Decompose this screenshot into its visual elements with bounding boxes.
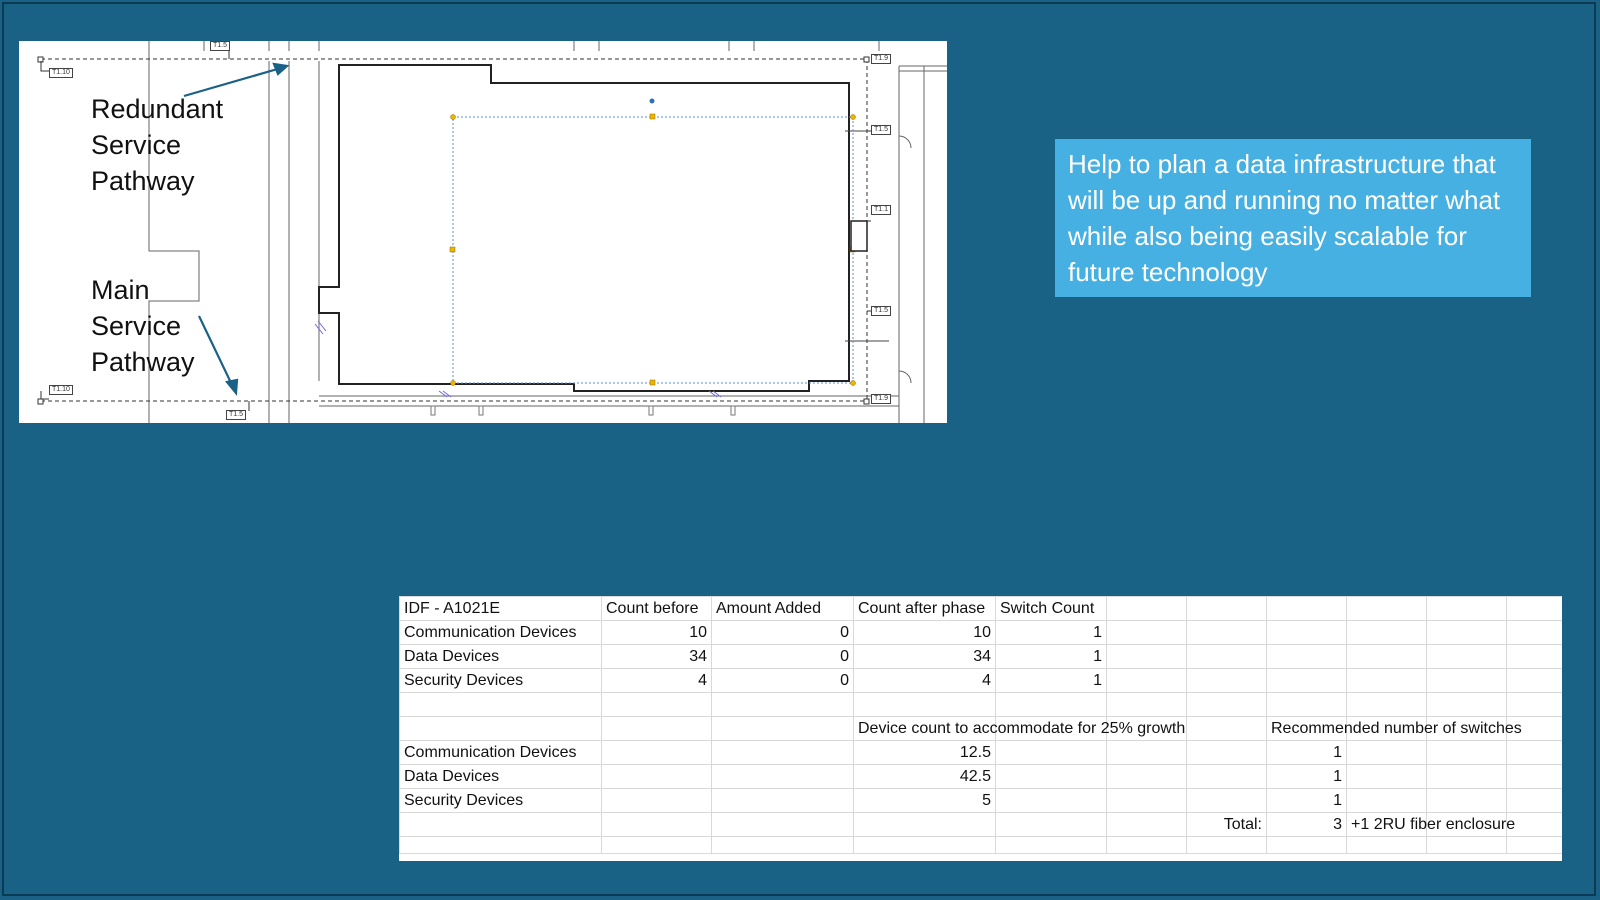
cell: 12.5 <box>853 740 996 765</box>
table-row: Data Devices 42.5 1 <box>399 764 1562 789</box>
row-label: Data Devices <box>399 644 602 669</box>
spreadsheet: IDF - A1021E Count before Amount Added C… <box>399 596 1562 854</box>
total-label: Total: <box>1186 812 1267 837</box>
row-label: Security Devices <box>399 668 602 693</box>
tag-t15-bottom: T1.5 <box>226 410 247 420</box>
header-cell: Count after phase <box>853 596 996 621</box>
table-row: Communication Devices 12.5 1 <box>399 740 1562 765</box>
row-label: Data Devices <box>399 764 602 789</box>
info-callout: Help to plan a data infrastructure that … <box>1055 139 1531 297</box>
row-label: Communication Devices <box>399 620 602 645</box>
total-value: 3 <box>1266 812 1347 837</box>
cell: 1 <box>1266 740 1347 765</box>
row-label: Communication Devices <box>399 740 602 765</box>
header-cell: Count before <box>601 596 712 621</box>
tag-t15-right-bottom: T1.5 <box>871 306 892 316</box>
table-row: Security Devices 4 0 4 1 <box>399 668 1562 693</box>
tag-t110-bottom: T1.10 <box>49 385 73 395</box>
table-row: Total: 3 +1 2RU fiber enclosure <box>399 812 1562 837</box>
cell: 0 <box>711 644 854 669</box>
tag-t19-top: T1.9 <box>871 54 892 64</box>
cell: 4 <box>601 668 712 693</box>
table-row: Security Devices 5 1 <box>399 788 1562 813</box>
table-row <box>399 692 1562 717</box>
cell: 42.5 <box>853 764 996 789</box>
cell: 34 <box>601 644 712 669</box>
cell: 10 <box>601 620 712 645</box>
tag-t15-top: T1.5 <box>210 41 231 51</box>
growth-header: Device count to accommodate for 25% grow… <box>853 716 1185 741</box>
table-row: IDF - A1021E Count before Amount Added C… <box>399 596 1562 621</box>
cell: 1 <box>995 620 1107 645</box>
header-cell: IDF - A1021E <box>399 596 602 621</box>
header-cell: Switch Count <box>995 596 1107 621</box>
tag-t11-right: T1.1 <box>871 205 892 215</box>
cell: 10 <box>853 620 996 645</box>
table-row: Device count to accommodate for 25% grow… <box>399 716 1562 741</box>
row-label: Security Devices <box>399 788 602 813</box>
cell: 5 <box>853 788 996 813</box>
cell: 0 <box>711 620 854 645</box>
cell: 1 <box>995 668 1107 693</box>
header-cell: Amount Added <box>711 596 854 621</box>
cell: 1 <box>995 644 1107 669</box>
redundant-pathway-label: Redundant Service Pathway <box>91 94 224 196</box>
device-count-table: IDF - A1021E Count before Amount Added C… <box>399 596 1562 861</box>
tag-t110-top: T1.10 <box>49 68 73 78</box>
table-row: Communication Devices 10 0 10 1 <box>399 620 1562 645</box>
tag-t19-bottom: T1.9 <box>871 394 892 404</box>
callout-text: Help to plan a data infrastructure that … <box>1068 149 1501 287</box>
floor-plan: Redundant Service Pathway Main Service P… <box>19 41 947 423</box>
table-row: Data Devices 34 0 34 1 <box>399 644 1562 669</box>
total-note: +1 2RU fiber enclosure <box>1346 812 1515 837</box>
cell: 1 <box>1266 788 1347 813</box>
cell: 0 <box>711 668 854 693</box>
table-row <box>399 836 1562 854</box>
recommend-header: Recommended number of switches <box>1266 716 1522 741</box>
cell: 34 <box>853 644 996 669</box>
main-pathway-label: Main Service Pathway <box>91 275 195 377</box>
cell: 4 <box>853 668 996 693</box>
tag-t15-right-top: T1.5 <box>871 125 892 135</box>
cell: 1 <box>1266 764 1347 789</box>
